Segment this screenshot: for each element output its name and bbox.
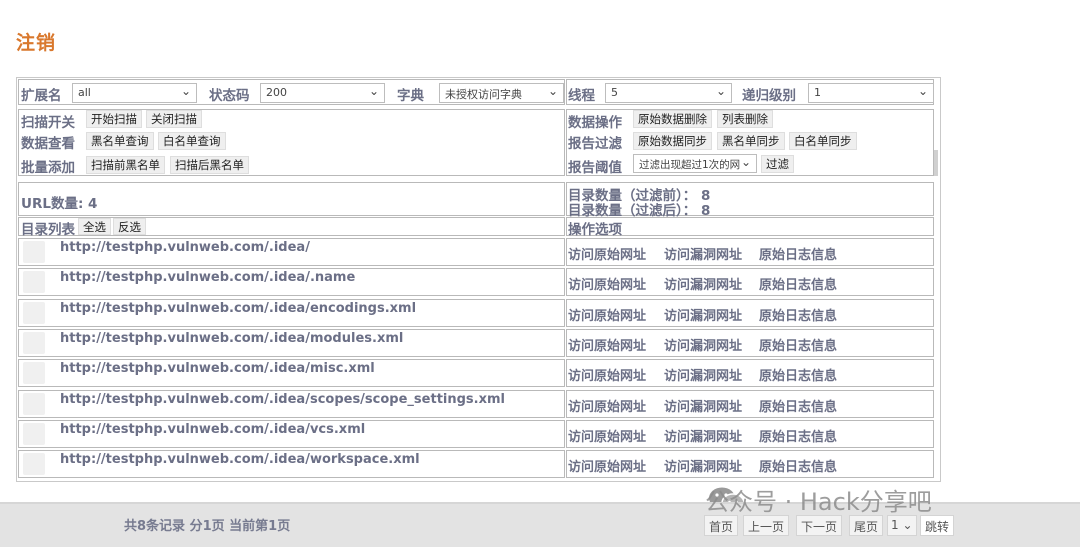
url-link[interactable]: http://testphp.vulnweb.com/.idea/vcs.xml <box>60 422 365 437</box>
chevron-down-icon: ⌄ <box>547 84 558 98</box>
row-checkbox[interactable] <box>23 302 45 324</box>
status-label: 状态码 <box>209 88 250 104</box>
url-link[interactable]: http://testphp.vulnweb.com/.idea/workspa… <box>60 452 420 467</box>
raw-log-link[interactable]: 原始日志信息 <box>759 244 837 263</box>
stats-left <box>18 182 565 216</box>
url-count: URL数量: 4 <box>21 196 98 212</box>
visit-vuln-link[interactable]: 访问漏洞网址 <box>664 305 742 324</box>
visit-original-link[interactable]: 访问原始网址 <box>568 426 646 445</box>
prev-page-button[interactable]: 上一页 <box>743 515 790 536</box>
raw-log-link[interactable]: 原始日志信息 <box>759 305 837 324</box>
visit-vuln-link[interactable]: 访问漏洞网址 <box>664 396 742 415</box>
report-filter-label: 报告过滤 <box>568 136 622 152</box>
raw-log-link[interactable]: 原始日志信息 <box>759 396 837 415</box>
visit-vuln-link[interactable]: 访问漏洞网址 <box>664 244 742 263</box>
row-checkbox[interactable] <box>23 271 45 293</box>
stop-scan-button[interactable]: 关闭扫描 <box>146 110 202 128</box>
visit-original-link[interactable]: 访问原始网址 <box>568 335 646 354</box>
select-all-button[interactable]: 全选 <box>78 218 111 235</box>
thread-label: 线程 <box>568 88 595 104</box>
raw-log-link[interactable]: 原始日志信息 <box>759 456 837 475</box>
whitelist-query-button[interactable]: 白名单查询 <box>158 132 226 150</box>
jump-button[interactable]: 跳转 <box>920 515 955 536</box>
chevron-down-icon: ⌄ <box>740 155 751 169</box>
chevron-down-icon: ⌄ <box>715 84 726 98</box>
dict-select[interactable]: 未授权访问字典 ⌄ <box>439 83 564 103</box>
dict-label: 字典 <box>397 88 424 104</box>
url-link[interactable]: http://testphp.vulnweb.com/.idea/scopes/… <box>60 392 505 407</box>
ext-label: 扩展名 <box>21 88 62 104</box>
row-checkbox[interactable] <box>23 241 45 263</box>
chevron-down-icon: ⌄ <box>180 84 191 98</box>
raw-sync-button[interactable]: 原始数据同步 <box>633 132 712 150</box>
start-scan-button[interactable]: 开始扫描 <box>86 110 142 128</box>
next-page-button[interactable]: 下一页 <box>796 515 843 536</box>
chevron-down-icon: ⌄ <box>368 84 379 98</box>
raw-log-link[interactable]: 原始日志信息 <box>759 335 837 354</box>
scrollbar[interactable] <box>934 150 938 176</box>
scanner-panel: 扩展名 all ⌄ 状态码 200 ⌄ 字典 未授权访问字典 ⌄ 线程 5 ⌄ 递归级别… <box>16 77 941 482</box>
url-link[interactable]: http://testphp.vulnweb.com/.idea/.name <box>60 270 355 285</box>
dir-list-title: 目录列表 <box>21 222 75 238</box>
row-checkbox[interactable] <box>23 332 45 354</box>
visit-original-link[interactable]: 访问原始网址 <box>568 305 646 324</box>
blacklist-query-button[interactable]: 黑名单查询 <box>86 132 154 150</box>
visit-vuln-link[interactable]: 访问漏洞网址 <box>664 335 742 354</box>
whitelist-sync-button[interactable]: 白名单同步 <box>789 132 857 150</box>
blacklist-sync-button[interactable]: 黑名单同步 <box>717 132 785 150</box>
url-link[interactable]: http://testphp.vulnweb.com/.idea/misc.xm… <box>60 361 375 376</box>
status-select[interactable]: 200 ⌄ <box>260 83 385 103</box>
last-page-button[interactable]: 尾页 <box>849 515 884 536</box>
thread-select[interactable]: 5 ⌄ <box>605 83 732 103</box>
visit-original-link[interactable]: 访问原始网址 <box>568 456 646 475</box>
threshold-select[interactable]: 过滤出现超过1次的网 ⌄ <box>633 154 757 173</box>
url-link[interactable]: http://testphp.vulnweb.com/.idea/ <box>60 240 310 255</box>
row-checkbox[interactable] <box>23 423 45 445</box>
batch-add-label: 批量添加 <box>21 160 75 176</box>
visit-original-link[interactable]: 访问原始网址 <box>568 365 646 384</box>
raw-log-link[interactable]: 原始日志信息 <box>759 426 837 445</box>
data-op-label: 数据操作 <box>568 115 622 131</box>
recursion-select[interactable]: 1 ⌄ <box>808 83 934 103</box>
visit-vuln-link[interactable]: 访问漏洞网址 <box>664 365 742 384</box>
list-delete-button[interactable]: 列表删除 <box>717 110 773 128</box>
row-checkbox[interactable] <box>23 362 45 384</box>
visit-original-link[interactable]: 访问原始网址 <box>568 244 646 263</box>
ext-select[interactable]: all ⌄ <box>72 83 197 103</box>
data-view-label: 数据查看 <box>21 136 75 152</box>
filter-button[interactable]: 过滤 <box>761 155 794 173</box>
first-page-button[interactable]: 首页 <box>704 515 739 536</box>
visit-vuln-link[interactable]: 访问漏洞网址 <box>664 274 742 293</box>
ops-title: 操作选项 <box>568 222 622 238</box>
page-select[interactable]: 1 ⌄ <box>887 515 917 536</box>
visit-original-link[interactable]: 访问原始网址 <box>568 274 646 293</box>
scan-switch-label: 扫描开关 <box>21 115 75 131</box>
raw-delete-button[interactable]: 原始数据删除 <box>633 110 712 128</box>
raw-log-link[interactable]: 原始日志信息 <box>759 365 837 384</box>
recursion-label: 递归级别 <box>742 88 796 104</box>
row-checkbox[interactable] <box>23 453 45 475</box>
report-threshold-label: 报告阈值 <box>568 160 622 176</box>
row-checkbox[interactable] <box>23 393 45 415</box>
visit-vuln-link[interactable]: 访问漏洞网址 <box>664 426 742 445</box>
watermark: 公众号 · Hack分享吧 <box>705 488 932 516</box>
logout-link[interactable]: 注销 <box>16 28 56 55</box>
visit-original-link[interactable]: 访问原始网址 <box>568 396 646 415</box>
pagination-summary: 共8条记录 分1页 当前第1页 <box>124 519 291 534</box>
invert-selection-button[interactable]: 反选 <box>113 218 146 235</box>
url-link[interactable]: http://testphp.vulnweb.com/.idea/modules… <box>60 331 403 346</box>
post-scan-blacklist-button[interactable]: 扫描后黑名单 <box>170 156 249 174</box>
url-link[interactable]: http://testphp.vulnweb.com/.idea/encodin… <box>60 301 416 316</box>
raw-log-link[interactable]: 原始日志信息 <box>759 274 837 293</box>
dir-count-after: 目录数量（过滤后）： 8 <box>568 203 711 219</box>
pre-scan-blacklist-button[interactable]: 扫描前黑名单 <box>86 156 165 174</box>
visit-vuln-link[interactable]: 访问漏洞网址 <box>664 456 742 475</box>
chevron-down-icon: ⌄ <box>917 84 928 98</box>
